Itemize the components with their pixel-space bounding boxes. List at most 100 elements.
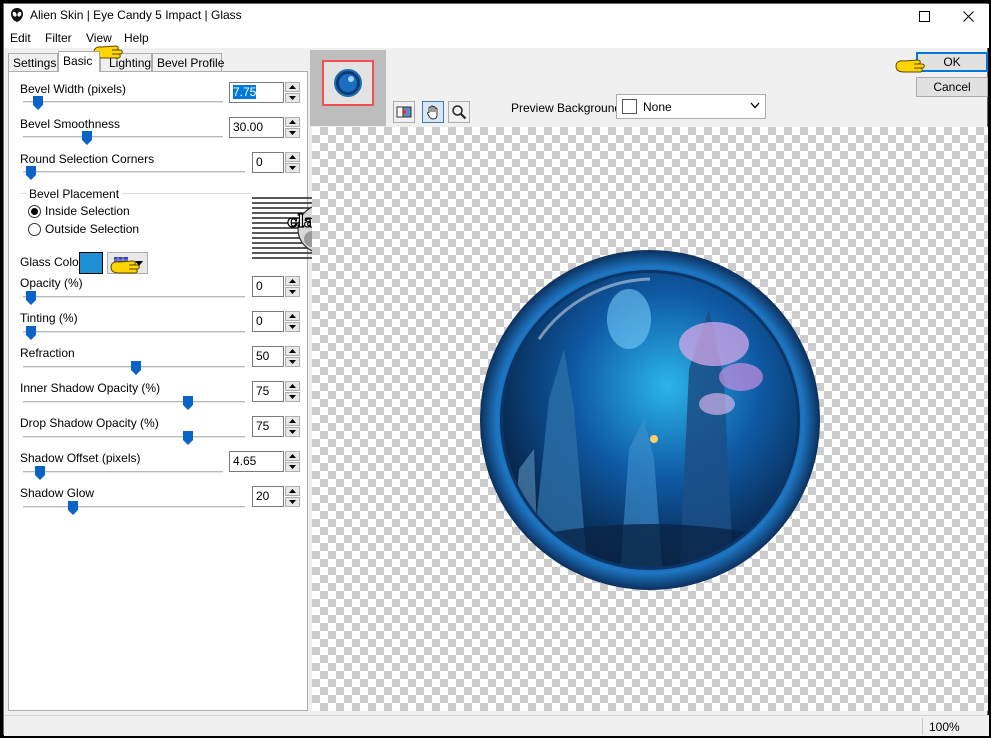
spin-up-button[interactable] xyxy=(285,451,300,461)
shadow-glow-slider-track[interactable] xyxy=(23,506,245,509)
arrow-down-icon xyxy=(289,500,296,504)
spin-down-button[interactable] xyxy=(285,287,300,297)
refraction-label: Refraction xyxy=(20,346,75,360)
shadow-glow-input[interactable]: 20 xyxy=(252,486,284,507)
menu-bar: Edit Filter View Help xyxy=(4,28,989,48)
status-bar: 100% xyxy=(4,715,989,736)
radio-button-unchecked[interactable] xyxy=(28,222,41,236)
shadow-offset-input[interactable]: 4.65 xyxy=(229,451,284,472)
round-corners-input[interactable]: 0 xyxy=(252,152,284,173)
glass-color-swatch[interactable] xyxy=(79,252,103,274)
drop-shadow-slider-track[interactable] xyxy=(23,436,245,439)
spin-up-button[interactable] xyxy=(285,152,300,162)
shadow-offset-spinner: 4.65 xyxy=(229,451,300,472)
maximize-icon xyxy=(918,10,930,22)
spin-down-button[interactable] xyxy=(285,392,300,402)
spin-up-button[interactable] xyxy=(285,381,300,391)
bevel-smoothness-label: Bevel Smoothness xyxy=(20,117,121,131)
round-corners-slider-track[interactable] xyxy=(23,171,245,174)
bevel-width-slider-thumb[interactable] xyxy=(33,96,43,110)
window-title: Alien Skin | Eye Candy 5 Impact | Glass xyxy=(30,8,242,22)
bevel-placement-label: Bevel Placement xyxy=(26,187,123,201)
chevron-down-icon xyxy=(750,102,760,109)
round-corners-label: Round Selection Corners xyxy=(20,152,155,166)
spin-up-button[interactable] xyxy=(285,276,300,286)
bevel-width-input[interactable]: 7.75 xyxy=(229,82,284,103)
opacity-label: Opacity (%) xyxy=(20,276,83,290)
spin-down-button[interactable] xyxy=(285,128,300,138)
navigator-viewport[interactable] xyxy=(322,60,374,106)
bevel-smoothness-input[interactable]: 30.00 xyxy=(229,117,284,138)
spin-up-button[interactable] xyxy=(285,117,300,127)
radio-button-checked[interactable] xyxy=(28,204,41,218)
arrow-up-icon xyxy=(289,384,296,388)
spin-up-button[interactable] xyxy=(285,346,300,356)
status-separator xyxy=(922,718,923,735)
spin-down-button[interactable] xyxy=(285,427,300,437)
bevel-smoothness-slider-thumb[interactable] xyxy=(82,131,92,145)
spin-down-button[interactable] xyxy=(285,497,300,507)
close-icon xyxy=(962,10,974,22)
round-corners-spinner: 0 xyxy=(252,152,300,173)
ok-button[interactable]: OK xyxy=(916,52,988,72)
bevel-smoothness-slider-track[interactable] xyxy=(23,136,223,139)
menu-help[interactable]: Help xyxy=(124,31,149,45)
spin-down-button[interactable] xyxy=(285,163,300,173)
settings-panel: Bevel Width (pixels) 7.75 Bevel Smoothne… xyxy=(8,71,389,711)
arrow-up-icon xyxy=(289,85,296,89)
spin-down-button[interactable] xyxy=(285,462,300,472)
radio-outside-label: Outside Selection xyxy=(45,222,140,236)
spin-up-button[interactable] xyxy=(285,311,300,321)
bevel-width-slider-track[interactable] xyxy=(23,101,223,104)
zoom-level: 100% xyxy=(929,720,960,734)
shadow-offset-slider-track[interactable] xyxy=(23,471,223,474)
spin-up-button[interactable] xyxy=(285,486,300,496)
spin-up-button[interactable] xyxy=(285,416,300,426)
spin-down-button[interactable] xyxy=(285,357,300,367)
tab-bevel-profile[interactable]: Bevel Profile xyxy=(152,53,224,72)
tab-basic[interactable]: Basic xyxy=(58,51,100,72)
alien-skin-logo-icon xyxy=(11,8,23,22)
menu-filter[interactable]: Filter xyxy=(45,31,72,45)
refraction-input[interactable]: 50 xyxy=(252,346,284,367)
preview-compare-icon xyxy=(396,106,412,118)
drop-shadow-label: Drop Shadow Opacity (%) xyxy=(20,416,159,430)
compare-tool-button[interactable] xyxy=(393,101,415,123)
shadow-glow-slider-thumb[interactable] xyxy=(68,501,78,515)
maximize-button[interactable] xyxy=(902,4,946,28)
tinting-slider-thumb[interactable] xyxy=(26,326,36,340)
preview-canvas[interactable] xyxy=(312,127,988,711)
zoom-tool-button[interactable] xyxy=(448,101,470,123)
tab-settings[interactable]: Settings xyxy=(8,53,58,72)
close-button[interactable] xyxy=(946,4,990,28)
arrow-up-icon xyxy=(289,454,296,458)
opacity-input[interactable]: 0 xyxy=(252,276,284,297)
drop-shadow-slider-thumb[interactable] xyxy=(183,431,193,445)
preview-background-select[interactable]: None xyxy=(616,94,766,119)
radio-inside-selection[interactable]: Inside Selection xyxy=(28,204,130,218)
hand-tool-button[interactable] xyxy=(422,101,444,123)
opacity-spinner: 0 xyxy=(252,276,300,297)
preview-background-label: Preview Background: xyxy=(511,101,625,115)
round-corners-slider-thumb[interactable] xyxy=(26,166,36,180)
cancel-button[interactable]: Cancel xyxy=(916,77,988,97)
preview-background-value: None xyxy=(643,100,672,114)
inner-shadow-slider-track[interactable] xyxy=(23,401,245,404)
inner-shadow-slider-thumb[interactable] xyxy=(183,396,193,410)
shadow-offset-slider-thumb[interactable] xyxy=(35,466,45,480)
opacity-slider-track[interactable] xyxy=(23,296,245,299)
refraction-slider-thumb[interactable] xyxy=(131,361,141,375)
opacity-slider-thumb[interactable] xyxy=(26,291,36,305)
navigator-thumbnail[interactable] xyxy=(310,50,386,126)
inner-shadow-input[interactable]: 75 xyxy=(252,381,284,402)
refraction-spinner: 50 xyxy=(252,346,300,367)
arrow-down-icon xyxy=(289,360,296,364)
drop-shadow-input[interactable]: 75 xyxy=(252,416,284,437)
tinting-slider-track[interactable] xyxy=(23,331,245,334)
menu-edit[interactable]: Edit xyxy=(10,31,31,45)
spin-down-button[interactable] xyxy=(285,322,300,332)
spin-up-button[interactable] xyxy=(285,82,300,92)
tinting-input[interactable]: 0 xyxy=(252,311,284,332)
radio-outside-selection[interactable]: Outside Selection xyxy=(28,222,139,236)
spin-down-button[interactable] xyxy=(285,93,300,103)
